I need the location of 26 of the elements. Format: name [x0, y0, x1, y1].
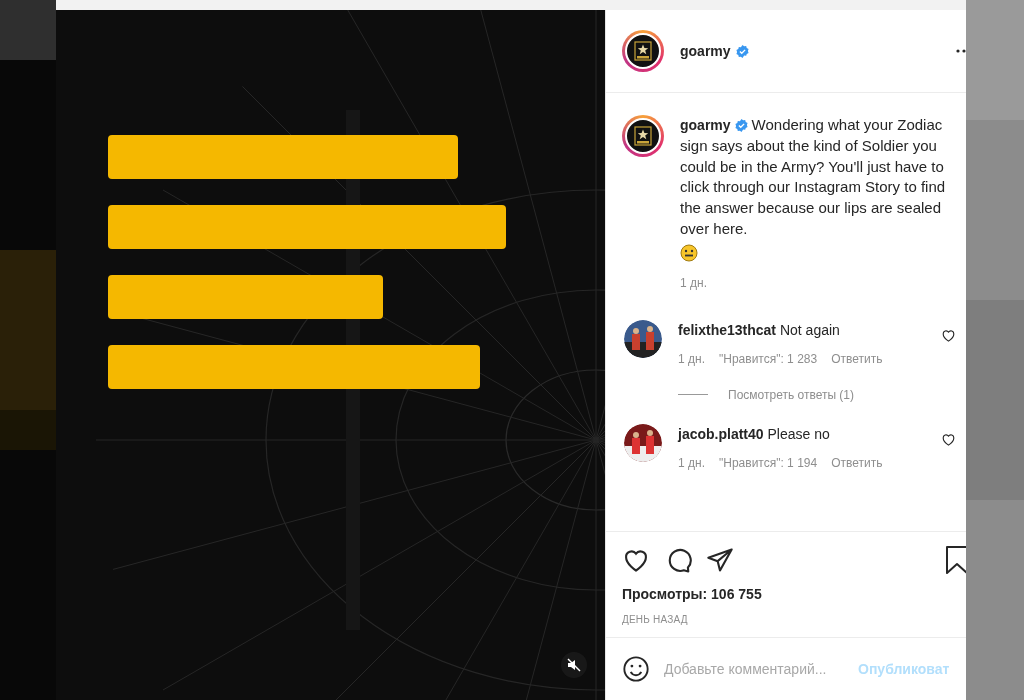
star-logo-icon	[634, 41, 652, 61]
post-date: ДЕНЬ НАЗАД	[622, 614, 689, 625]
more-options-icon[interactable]	[956, 49, 966, 53]
reply-link[interactable]: Ответить	[831, 351, 883, 366]
like-count[interactable]: "Нравится": 1 283	[719, 351, 818, 366]
view-replies-link[interactable]: Посмотреть ответы (1)	[728, 387, 855, 402]
reply-link[interactable]: Ответить	[831, 455, 883, 470]
comment-time: 1 дн.	[678, 351, 705, 366]
star-logo-icon	[634, 126, 652, 146]
avatar[interactable]	[622, 30, 664, 72]
emoji-icon[interactable]	[622, 655, 650, 683]
comment-text: jacob.platt40 Please no	[678, 425, 831, 442]
avatar[interactable]	[622, 115, 664, 157]
view-count: Просмотры: 106 755	[622, 586, 763, 602]
zipper-face-icon	[680, 243, 698, 262]
post-time: 1 дн.	[680, 275, 708, 290]
mute-icon	[567, 658, 581, 672]
comment-time: 1 дн.	[678, 455, 705, 470]
comment-text: felixthe13thcat Not again	[678, 321, 841, 338]
username[interactable]: goarmy	[680, 43, 731, 59]
bookmark-icon[interactable]	[946, 546, 966, 574]
like-icon[interactable]	[941, 327, 956, 343]
like-icon[interactable]	[941, 431, 956, 447]
share-icon[interactable]	[706, 546, 734, 574]
like-count[interactable]: "Нравится": 1 194	[719, 455, 818, 470]
caption-text: goarmy Wondering what your Zodiac sign says about the kind of Soldier you could be in the Army? You'll just have to click through our Instagram Story to find the answer because our lips are sealed over here.	[680, 115, 947, 239]
